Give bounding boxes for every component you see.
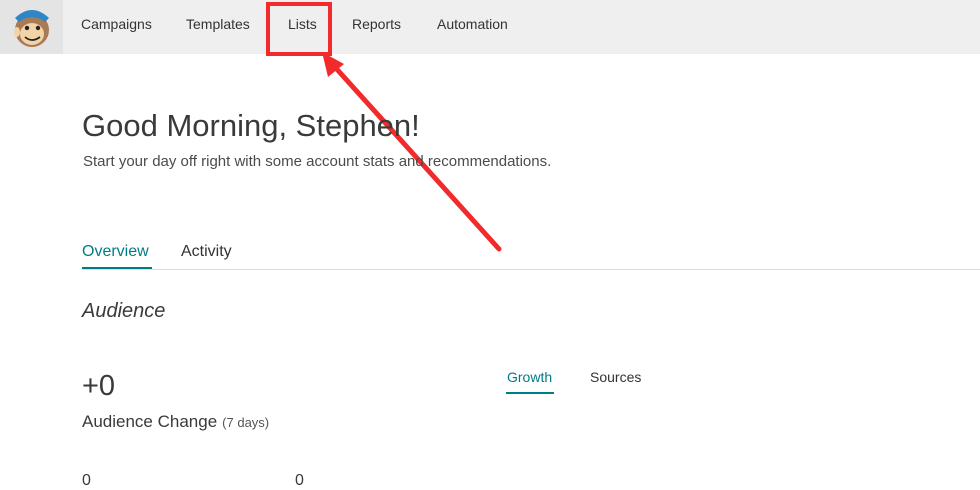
nav-item-templates[interactable]: Templates <box>186 16 250 32</box>
top-navigation-bar: Campaigns Templates Lists Reports Automa… <box>0 0 980 54</box>
nav-item-campaigns[interactable]: Campaigns <box>81 16 152 32</box>
audience-change-period: (7 days) <box>222 415 270 430</box>
subtab-growth[interactable]: Growth <box>507 369 552 385</box>
logo[interactable] <box>0 0 63 54</box>
nav-item-lists[interactable]: Lists <box>288 16 317 32</box>
active-tab-indicator <box>82 267 152 269</box>
audience-section-title: Audience <box>82 300 166 322</box>
audience-change-label-row: Audience Change (7 days) <box>82 412 269 432</box>
mailchimp-logo-icon <box>14 10 49 47</box>
tab-activity[interactable]: Activity <box>181 243 232 261</box>
audience-change-label: Audience Change <box>82 412 218 431</box>
page-subtitle: Start your day off right with some accou… <box>83 153 552 170</box>
nav-item-automation[interactable]: Automation <box>437 16 508 32</box>
audience-change-value: +0 <box>82 370 116 402</box>
subtab-sources[interactable]: Sources <box>590 369 641 385</box>
active-subtab-indicator <box>506 392 554 394</box>
tab-overview[interactable]: Overview <box>82 243 149 261</box>
tabs-divider <box>82 269 980 270</box>
nav-item-reports[interactable]: Reports <box>352 16 401 32</box>
audience-stat-value: 0 <box>82 472 91 489</box>
page-title: Good Morning, Stephen! <box>82 108 420 143</box>
audience-stat-value: 0 <box>295 472 304 489</box>
